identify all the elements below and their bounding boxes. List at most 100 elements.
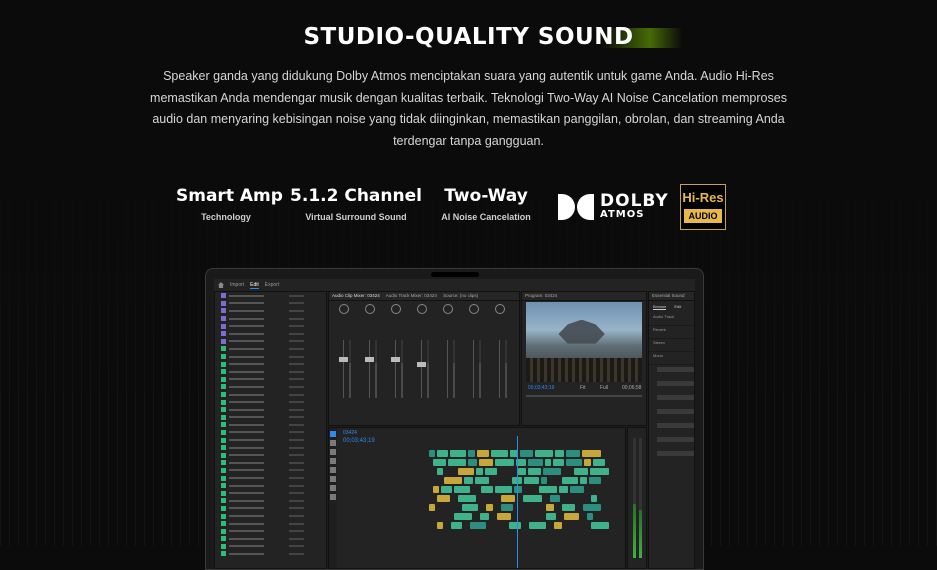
preset-row[interactable] [649, 407, 694, 421]
tab-browse[interactable]: Browse [653, 304, 667, 310]
media-row[interactable] [215, 535, 326, 543]
timeline-clip[interactable] [464, 477, 473, 484]
essential-item[interactable]: Audio Track [649, 313, 694, 326]
tab-audio-clip-mixer[interactable]: Audio Clip Mixer: 03424 [332, 293, 380, 298]
timeline-clip[interactable] [528, 468, 541, 475]
timeline-clip[interactable] [495, 486, 512, 493]
timeline-clip[interactable] [545, 459, 551, 466]
media-row[interactable] [215, 467, 326, 475]
timeline-clip[interactable] [481, 486, 493, 493]
tab-audio-track-mixer[interactable]: Audio Track Mixer: 03424 [386, 293, 437, 298]
timeline-clip[interactable] [535, 450, 553, 457]
hand-icon[interactable] [330, 485, 336, 491]
timeline-clip[interactable] [458, 495, 476, 502]
timeline-clip[interactable] [566, 459, 582, 466]
timeline-clip[interactable] [444, 477, 462, 484]
media-row[interactable] [215, 414, 326, 422]
timeline-clip[interactable] [554, 522, 562, 529]
timeline-clip[interactable] [587, 513, 593, 520]
timeline-clip[interactable] [590, 468, 609, 475]
timeline-clip[interactable] [543, 468, 561, 475]
timeline-clip[interactable] [501, 504, 513, 511]
tab-edit[interactable]: Edit [250, 282, 259, 289]
timeline-clip[interactable] [591, 522, 609, 529]
timeline-clip[interactable] [520, 450, 533, 457]
timeline-clip[interactable] [437, 450, 448, 457]
media-row[interactable] [215, 550, 326, 558]
timeline-clip[interactable] [528, 459, 543, 466]
volume-fader[interactable] [339, 357, 348, 362]
timeline-clip[interactable] [480, 513, 489, 520]
timeline-clip[interactable] [477, 450, 489, 457]
media-row[interactable] [215, 527, 326, 535]
pan-knob-icon[interactable] [417, 304, 427, 314]
timeline-clip[interactable] [437, 468, 443, 475]
media-row[interactable] [215, 505, 326, 513]
timeline-clip[interactable] [555, 450, 564, 457]
timeline-clip[interactable] [458, 468, 474, 475]
media-row[interactable] [215, 345, 326, 353]
timeline-playhead[interactable] [517, 436, 518, 568]
timeline-clip[interactable] [441, 486, 452, 493]
timeline-clip[interactable] [476, 468, 483, 475]
timeline-clip[interactable] [433, 486, 439, 493]
media-row[interactable] [215, 421, 326, 429]
playback-quality[interactable]: Full [600, 385, 608, 391]
timeline-clip[interactable] [541, 477, 547, 484]
timeline-clip[interactable] [562, 477, 578, 484]
tab-essential-edit[interactable]: Edit [674, 304, 681, 310]
timeline-clip[interactable] [468, 459, 477, 466]
media-row[interactable] [215, 543, 326, 551]
timeline-clip[interactable] [486, 504, 493, 511]
essential-item[interactable]: Reverb [649, 326, 694, 339]
media-row[interactable] [215, 512, 326, 520]
media-row[interactable] [215, 322, 326, 330]
media-row[interactable] [215, 307, 326, 315]
razor-icon[interactable] [330, 458, 336, 464]
preset-row[interactable] [649, 421, 694, 435]
pan-knob-icon[interactable] [443, 304, 453, 314]
timeline-clip[interactable] [574, 468, 588, 475]
media-row[interactable] [215, 444, 326, 452]
timeline-clip[interactable] [479, 459, 493, 466]
media-row[interactable] [215, 368, 326, 376]
timeline-clip[interactable] [475, 477, 489, 484]
preset-row[interactable] [649, 435, 694, 449]
media-row[interactable] [215, 451, 326, 459]
timeline-clip[interactable] [518, 468, 526, 475]
media-row[interactable] [215, 330, 326, 338]
media-row[interactable] [215, 459, 326, 467]
preset-row[interactable] [649, 365, 694, 379]
media-row[interactable] [215, 474, 326, 482]
media-row[interactable] [215, 489, 326, 497]
timeline-clip[interactable] [580, 477, 587, 484]
timeline-clip[interactable] [591, 495, 597, 502]
timeline-clip[interactable] [553, 459, 564, 466]
timeline-clip[interactable] [562, 504, 575, 511]
ripple-edit-icon[interactable] [330, 449, 336, 455]
media-row[interactable] [215, 520, 326, 528]
preset-row[interactable] [649, 379, 694, 393]
tab-import[interactable]: Import [230, 282, 244, 288]
media-row[interactable] [215, 300, 326, 308]
timeline-clip[interactable] [570, 486, 584, 493]
timeline-clip[interactable] [437, 522, 443, 529]
media-row[interactable] [215, 360, 326, 368]
timeline-clip[interactable] [514, 486, 522, 493]
timeline-clip[interactable] [546, 504, 554, 511]
media-row[interactable] [215, 436, 326, 444]
timeline-clip[interactable] [564, 513, 579, 520]
essential-item[interactable]: Stereo [649, 339, 694, 352]
timeline-clip[interactable] [454, 486, 470, 493]
timeline-clip[interactable] [454, 513, 472, 520]
media-row[interactable] [215, 391, 326, 399]
timeline-clip[interactable] [462, 504, 478, 511]
tab-source[interactable]: Source: (no clips) [443, 293, 478, 298]
media-row[interactable] [215, 398, 326, 406]
timeline-clip[interactable] [450, 450, 466, 457]
zoom-level[interactable]: Fit [580, 385, 586, 391]
pan-knob-icon[interactable] [469, 304, 479, 314]
timeline-clip[interactable] [524, 477, 539, 484]
essential-item[interactable]: Mono [649, 352, 694, 365]
timeline-clip[interactable] [451, 522, 462, 529]
